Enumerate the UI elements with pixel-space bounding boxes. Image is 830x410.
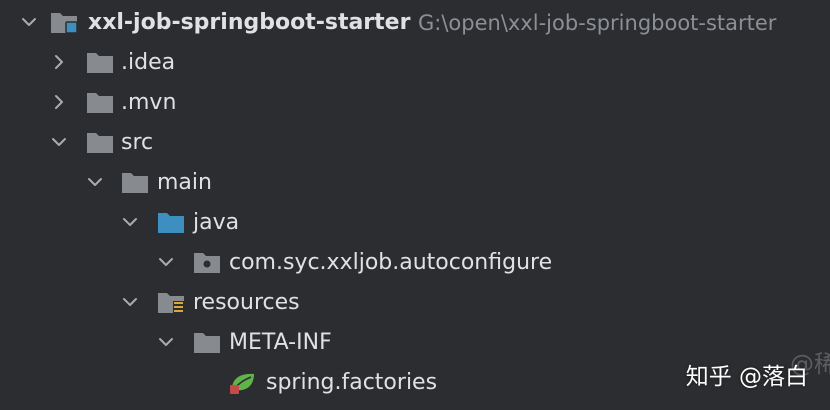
tree-row-java[interactable]: java	[0, 203, 830, 243]
project-path: G:\open\xxl-job-springboot-starter	[418, 11, 777, 35]
tree-row-idea[interactable]: .idea	[0, 43, 830, 83]
tree-row-main[interactable]: main	[0, 163, 830, 203]
tree-item-label: src	[121, 130, 154, 155]
watermark: 知乎 @落白	[685, 364, 808, 390]
chevron-down-icon[interactable]	[50, 133, 68, 151]
tree-item-label: main	[157, 170, 212, 195]
tree-item-label: .mvn	[121, 90, 177, 115]
chevron-down-icon[interactable]	[121, 213, 139, 231]
tree-row-resources[interactable]: resources	[0, 283, 830, 323]
folder-icon	[121, 169, 149, 195]
project-name: xxl-job-springboot-starter	[88, 10, 411, 35]
spring-file-icon	[229, 369, 257, 395]
tree-item-label: .idea	[121, 50, 176, 75]
source-folder-icon	[157, 209, 185, 235]
chevron-down-icon[interactable]	[86, 173, 104, 191]
resources-folder-icon	[157, 289, 185, 315]
chevron-down-icon[interactable]	[20, 13, 38, 31]
chevron-right-icon[interactable]	[50, 93, 68, 111]
tree-item-label: java	[193, 210, 240, 235]
tree-row-package[interactable]: com.syc.xxljob.autoconfigure	[0, 243, 830, 283]
package-icon	[193, 249, 221, 275]
tree-row-src[interactable]: src	[0, 123, 830, 163]
tree-row-mvn[interactable]: .mvn	[0, 83, 830, 123]
chevron-down-icon[interactable]	[121, 293, 139, 311]
tree-item-label: resources	[193, 290, 300, 315]
chevron-down-icon[interactable]	[157, 333, 175, 351]
tree-item-label: spring.factories	[266, 370, 438, 395]
chevron-down-icon[interactable]	[157, 253, 175, 271]
folder-icon	[193, 329, 221, 355]
tree-row-project-root[interactable]: xxl-job-springboot-starter G:\open\xxl-j…	[0, 3, 830, 43]
tree-item-label: META-INF	[229, 330, 332, 355]
project-module-icon	[50, 9, 78, 35]
folder-icon	[86, 89, 114, 115]
tree-item-label: com.syc.xxljob.autoconfigure	[229, 250, 553, 275]
folder-icon	[86, 129, 114, 155]
chevron-right-icon[interactable]	[50, 53, 68, 71]
folder-icon	[86, 49, 114, 75]
project-tree: xxl-job-springboot-starter G:\open\xxl-j…	[0, 0, 830, 410]
